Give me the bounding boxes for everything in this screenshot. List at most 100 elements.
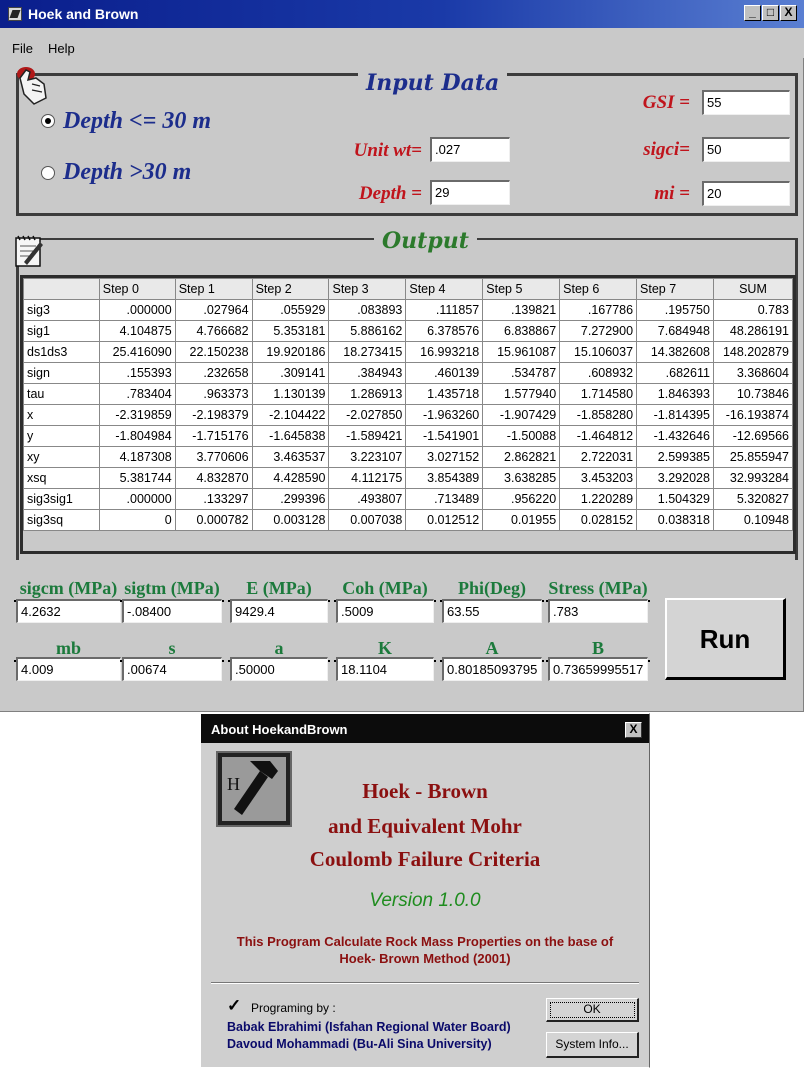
table-cell[interactable]: -1.464812	[559, 425, 638, 447]
table-cell[interactable]: 1.504329	[636, 488, 714, 510]
menu-file[interactable]: File	[12, 41, 33, 56]
table-cell[interactable]: 0.028152	[559, 509, 638, 531]
table-cell[interactable]: .534787	[482, 362, 561, 384]
table-cell[interactable]: -1.645838	[251, 425, 330, 447]
table-cell[interactable]: 32.993284	[712, 467, 794, 489]
depth-gt-30-radio[interactable]	[41, 166, 55, 180]
table-cell[interactable]: 1.220289	[559, 488, 638, 510]
depth-le-30-label[interactable]: Depth <= 30 m	[63, 108, 211, 135]
table-cell[interactable]: 16.993218	[405, 341, 484, 363]
table-cell[interactable]: 0.012512	[405, 509, 484, 531]
e-result-output[interactable]: 9429.4	[230, 599, 328, 623]
table-cell[interactable]: .000000	[98, 299, 176, 321]
table-cell[interactable]: 6.838867	[482, 320, 561, 342]
ok-button[interactable]: OK	[546, 998, 639, 1022]
table-cell[interactable]: 2.722031	[559, 446, 638, 468]
table-cell[interactable]: 14.382608	[636, 341, 714, 363]
table-cell[interactable]: .783404	[98, 383, 176, 405]
table-cell[interactable]: 15.106037	[559, 341, 638, 363]
table-cell[interactable]: -2.104422	[251, 404, 330, 426]
table-cell[interactable]: 3.292028	[636, 467, 714, 489]
table-cell[interactable]: 4.187308	[98, 446, 176, 468]
table-cell[interactable]: 1.435718	[405, 383, 484, 405]
table-cell[interactable]: 5.886162	[328, 320, 407, 342]
table-cell[interactable]: 48.286191	[712, 320, 794, 342]
table-cell[interactable]: 3.770606	[174, 446, 253, 468]
coh-result-output[interactable]: .5009	[336, 599, 434, 623]
table-cell[interactable]: 7.272900	[559, 320, 638, 342]
table-cell[interactable]: 0.038318	[636, 509, 714, 531]
table-cell[interactable]: -1.814395	[636, 404, 714, 426]
phi-result-output[interactable]: 63.55	[442, 599, 542, 623]
table-cell[interactable]: .384943	[328, 362, 407, 384]
mi-input[interactable]: 20	[702, 181, 790, 206]
table-cell[interactable]: 3.463537	[251, 446, 330, 468]
table-cell[interactable]: 18.273415	[328, 341, 407, 363]
minimize-button[interactable]: _	[744, 5, 761, 21]
table-cell[interactable]: .682611	[636, 362, 714, 384]
table-cell[interactable]: -1.963260	[405, 404, 484, 426]
table-cell[interactable]: -1.541901	[405, 425, 484, 447]
sigtm-result-output[interactable]: -.08400	[122, 599, 222, 623]
sigcm-result-output[interactable]: 4.2632	[16, 599, 121, 623]
table-cell[interactable]: 1.286913	[328, 383, 407, 405]
table-cell[interactable]: 19.920186	[251, 341, 330, 363]
a-result-output[interactable]: 0.80185093795	[442, 657, 542, 681]
unit-wt-input[interactable]: .027	[430, 137, 510, 162]
table-cell[interactable]: 4.428590	[251, 467, 330, 489]
table-cell[interactable]: 0.783	[712, 299, 794, 321]
table-cell[interactable]: .713489	[405, 488, 484, 510]
s-result-output[interactable]: .00674	[122, 657, 222, 681]
table-cell[interactable]: -1.907429	[482, 404, 561, 426]
table-cell[interactable]: 2.599385	[636, 446, 714, 468]
table-cell[interactable]: .299396	[251, 488, 330, 510]
close-button[interactable]: X	[780, 5, 797, 21]
table-cell[interactable]: 5.320827	[712, 488, 794, 510]
depth-le-30-radio[interactable]	[41, 114, 55, 128]
sigci-input[interactable]: 50	[702, 137, 790, 162]
table-cell[interactable]: .000000	[98, 488, 176, 510]
table-cell[interactable]: .133297	[174, 488, 253, 510]
table-cell[interactable]: 10.73846	[712, 383, 794, 405]
table-cell[interactable]: .309141	[251, 362, 330, 384]
table-cell[interactable]: -12.69566	[712, 425, 794, 447]
table-cell[interactable]: 1.714580	[559, 383, 638, 405]
table-cell[interactable]: 0.10948	[712, 509, 794, 531]
table-cell[interactable]: 4.766682	[174, 320, 253, 342]
table-cell[interactable]: 22.150238	[174, 341, 253, 363]
mb-result-output[interactable]: 4.009	[16, 657, 121, 681]
table-cell[interactable]: 4.104875	[98, 320, 176, 342]
about-close-button[interactable]: X	[625, 722, 642, 738]
table-cell[interactable]: 6.378576	[405, 320, 484, 342]
table-cell[interactable]: 7.684948	[636, 320, 714, 342]
table-cell[interactable]: -16.193874	[712, 404, 794, 426]
table-cell[interactable]: .460139	[405, 362, 484, 384]
table-cell[interactable]: 0	[98, 509, 176, 531]
table-cell[interactable]: 3.453203	[559, 467, 638, 489]
table-cell[interactable]: 3.027152	[405, 446, 484, 468]
table-cell[interactable]: 0.007038	[328, 509, 407, 531]
table-cell[interactable]: 3.223107	[328, 446, 407, 468]
table-cell[interactable]: .232658	[174, 362, 253, 384]
table-cell[interactable]: 1.846393	[636, 383, 714, 405]
table-cell[interactable]: -2.027850	[328, 404, 407, 426]
a-result-output[interactable]: .50000	[230, 657, 328, 681]
table-cell[interactable]: 4.112175	[328, 467, 407, 489]
table-cell[interactable]: -1.432646	[636, 425, 714, 447]
maximize-button[interactable]: □	[762, 5, 779, 21]
menu-help[interactable]: Help	[48, 41, 75, 56]
table-cell[interactable]: .956220	[482, 488, 561, 510]
table-cell[interactable]: -2.198379	[174, 404, 253, 426]
table-cell[interactable]: .608932	[559, 362, 638, 384]
table-cell[interactable]: 2.862821	[482, 446, 561, 468]
table-cell[interactable]: -1.804984	[98, 425, 176, 447]
table-cell[interactable]: .055929	[251, 299, 330, 321]
system-info-button[interactable]: System Info...	[546, 1032, 639, 1058]
table-cell[interactable]: 148.202879	[712, 341, 794, 363]
table-cell[interactable]: 25.855947	[712, 446, 794, 468]
table-cell[interactable]: 3.638285	[482, 467, 561, 489]
gsi-input[interactable]: 55	[702, 90, 790, 115]
table-cell[interactable]: 3.854389	[405, 467, 484, 489]
table-cell[interactable]: .195750	[636, 299, 714, 321]
table-cell[interactable]: 4.832870	[174, 467, 253, 489]
